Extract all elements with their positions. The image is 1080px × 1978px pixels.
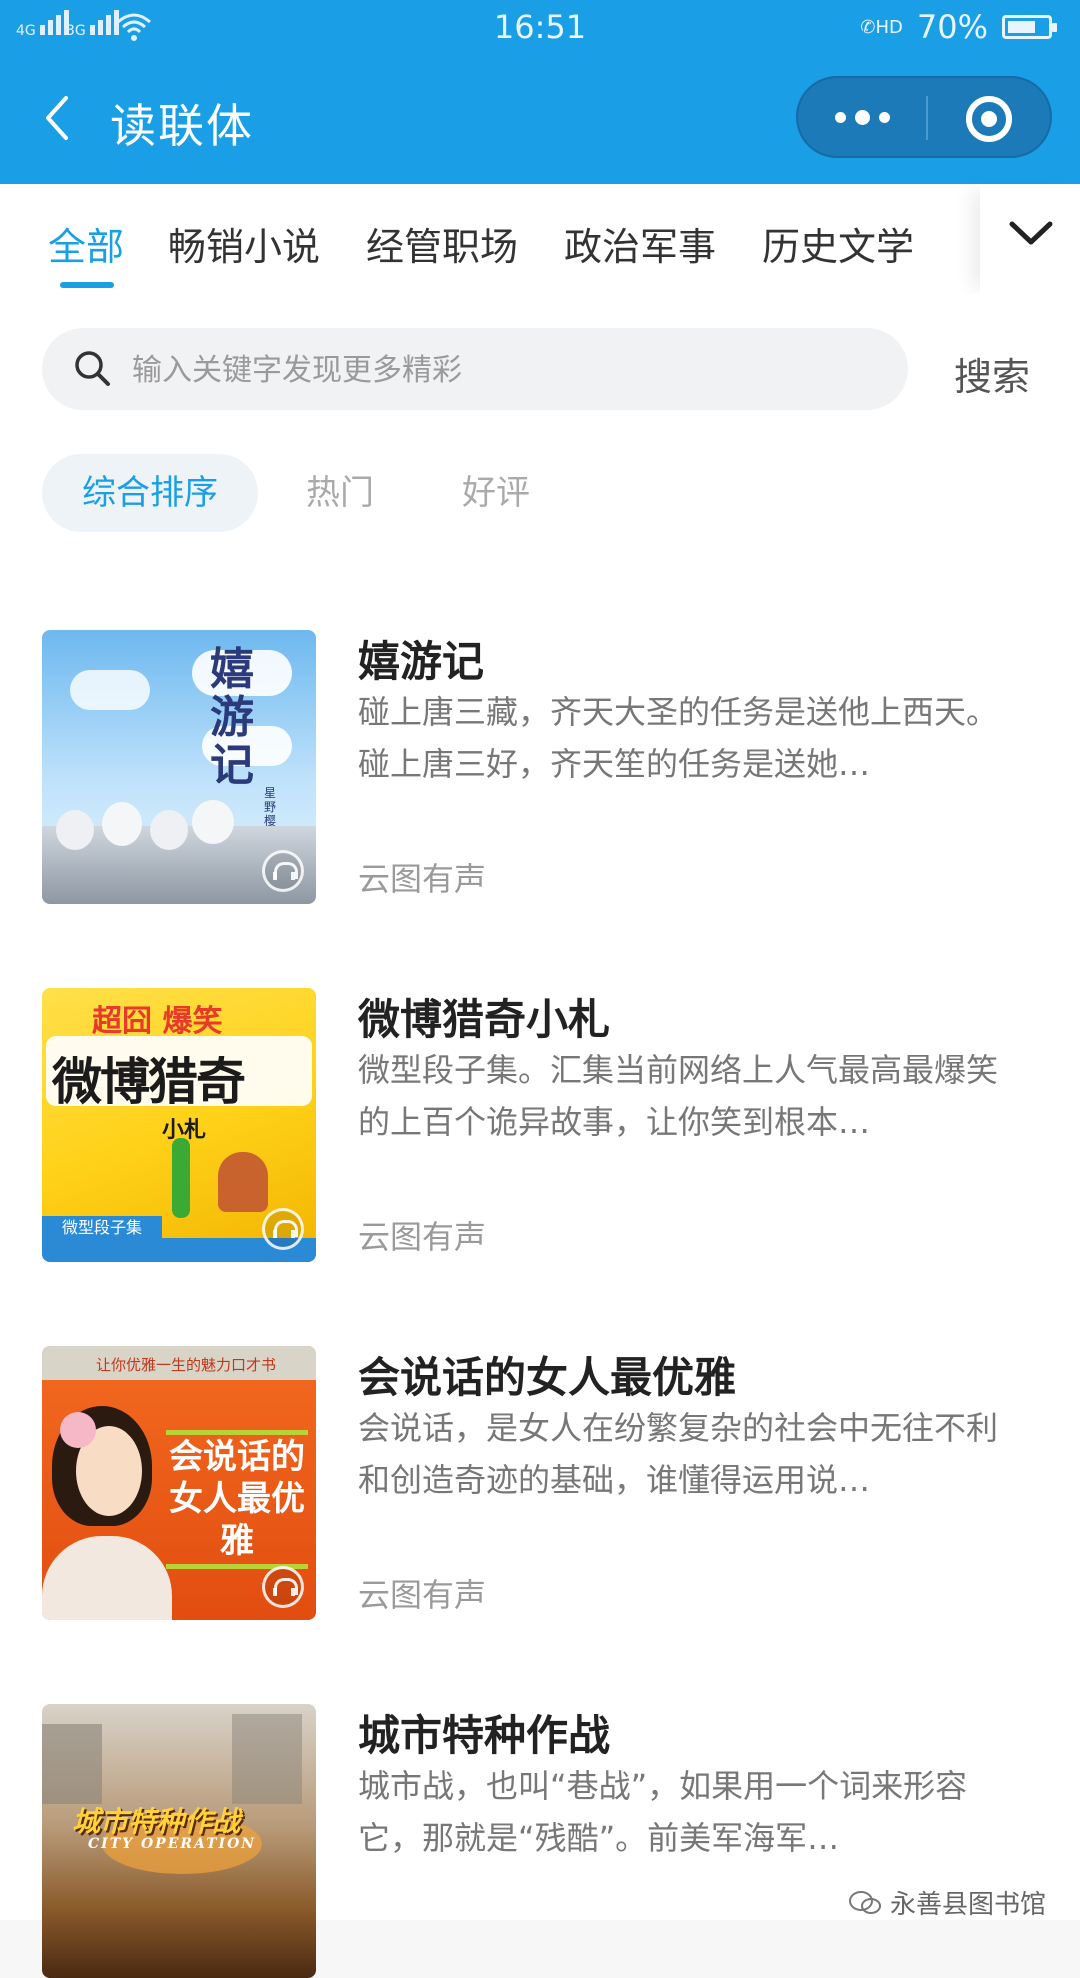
book-title[interactable]: 微博猎奇小札: [358, 986, 610, 1047]
cover-title: 会说话的女人最优雅: [169, 1437, 305, 1561]
book-description: 微型段子集。汇集当前网络上人气最高最爆笑的上百个诡异故事，让你笑到根本…: [358, 1051, 999, 1141]
cover-author: 星野樱: [264, 786, 277, 828]
book-description: 会说话，是女人在纷繁复杂的社会中无往不利和创造奇迹的基础，谁懂得运用说…: [358, 1409, 999, 1499]
tab-history-literature[interactable]: 历史文学: [762, 216, 914, 271]
cover-top-text: 让你优雅一生的魅力口才书: [96, 1356, 277, 1374]
list-item[interactable]: 嬉游记 星野樱 嬉游记 碰上唐三藏，齐天大圣的任务是送他上西天。碰上唐三好，齐天…: [0, 550, 1080, 904]
tab-politics-military[interactable]: 政治军事: [564, 216, 716, 271]
search-input[interactable]: [130, 342, 874, 398]
sort-popular[interactable]: 热门: [306, 454, 374, 532]
active-tab-indicator: [60, 282, 114, 288]
list-item[interactable]: 让你优雅一生的魅力口才书 会说话的女人最优雅 会说话的女人最优雅 会说话，是女人…: [0, 1266, 1080, 1620]
cover-subtitle: CITY OPERATION: [88, 1836, 257, 1852]
book-source: 云图有声: [358, 1576, 487, 1614]
search-icon: [75, 351, 110, 386]
mini-program-capsule: [796, 76, 1052, 158]
watermark: 永善县图书馆: [848, 1884, 1046, 1921]
sort-good-reviews[interactable]: 好评: [462, 454, 530, 532]
tab-all[interactable]: 全部: [48, 216, 124, 271]
tab-business-career[interactable]: 经管职场: [366, 216, 518, 271]
wechat-logo-icon: [848, 1890, 881, 1914]
target-circle-icon[interactable]: [966, 96, 1012, 142]
audio-headphones-icon: [262, 1208, 304, 1250]
list-item[interactable]: 城市特种作战 CITY OPERATION 城市特种作战 城市战，也叫“巷战”，…: [0, 1624, 1080, 1978]
audio-headphones-icon: [262, 1566, 304, 1608]
chevron-down-icon: [1009, 221, 1053, 245]
book-description: 碰上唐三藏，齐天大圣的任务是送他上西天。碰上唐三好，齐天笙的任务是送她…: [358, 693, 999, 783]
book-title[interactable]: 会说话的女人最优雅: [358, 1344, 736, 1405]
capsule-divider: [926, 96, 928, 140]
status-bar: 4G 3G 16:51 ✆HD 70%: [0, 0, 1080, 56]
book-list: 嬉游记 星野樱 嬉游记 碰上唐三藏，齐天大圣的任务是送他上西天。碰上唐三好，齐天…: [0, 550, 1080, 1978]
book-title[interactable]: 嬉游记: [358, 628, 484, 689]
battery-percent: 70%: [916, 8, 988, 46]
book-cover[interactable]: 城市特种作战 CITY OPERATION: [42, 1704, 316, 1978]
tabs-expand-button[interactable]: [980, 184, 1080, 294]
more-dots-icon[interactable]: [798, 78, 926, 156]
cover-title: 微博猎奇: [52, 1052, 246, 1111]
cover-top-text: 超囧 爆笑: [92, 1004, 223, 1039]
book-cover[interactable]: 让你优雅一生的魅力口才书 会说话的女人最优雅: [42, 1346, 316, 1620]
cover-title: 嬉游记: [210, 644, 254, 791]
status-right: ✆HD 70%: [860, 8, 1057, 46]
book-cover[interactable]: 超囧 爆笑 微博猎奇 小札 微型段子集: [42, 988, 316, 1262]
call-hd-icon: ✆HD: [860, 16, 903, 38]
search-box: [42, 328, 908, 410]
tab-bestseller-novels[interactable]: 畅销小说: [168, 216, 320, 271]
cover-title: 城市特种作战: [72, 1805, 241, 1838]
sort-bar: 综合排序 热门 好评: [0, 434, 1080, 550]
book-source: 云图有声: [358, 860, 487, 898]
sort-comprehensive[interactable]: 综合排序: [42, 454, 258, 532]
cover-tag: 微型段子集: [62, 1218, 143, 1237]
search-area: 搜索: [0, 294, 1080, 434]
battery-icon: [1002, 15, 1057, 39]
book-cover[interactable]: 嬉游记 星野樱: [42, 630, 316, 904]
nav-bar: 读联体: [0, 56, 1080, 184]
watermark-text: 永善县图书馆: [889, 1890, 1046, 1920]
search-button[interactable]: 搜索: [954, 346, 1030, 401]
audio-headphones-icon: [262, 850, 304, 892]
list-item[interactable]: 超囧 爆笑 微博猎奇 小札 微型段子集 微博猎奇小札 微型段子集。汇集当前网络上…: [0, 908, 1080, 1262]
category-tabs: 全部 畅销小说 经管职场 政治军事 历史文学: [0, 184, 1080, 294]
chevron-left-icon[interactable]: [40, 94, 80, 142]
page-title: 读联体: [110, 99, 254, 153]
book-description: 城市战，也叫“巷战”，如果用一个词来形容它，那就是“残酷”。前美军海军…: [358, 1767, 968, 1857]
book-title[interactable]: 城市特种作战: [358, 1702, 610, 1763]
book-source: 云图有声: [358, 1218, 487, 1256]
